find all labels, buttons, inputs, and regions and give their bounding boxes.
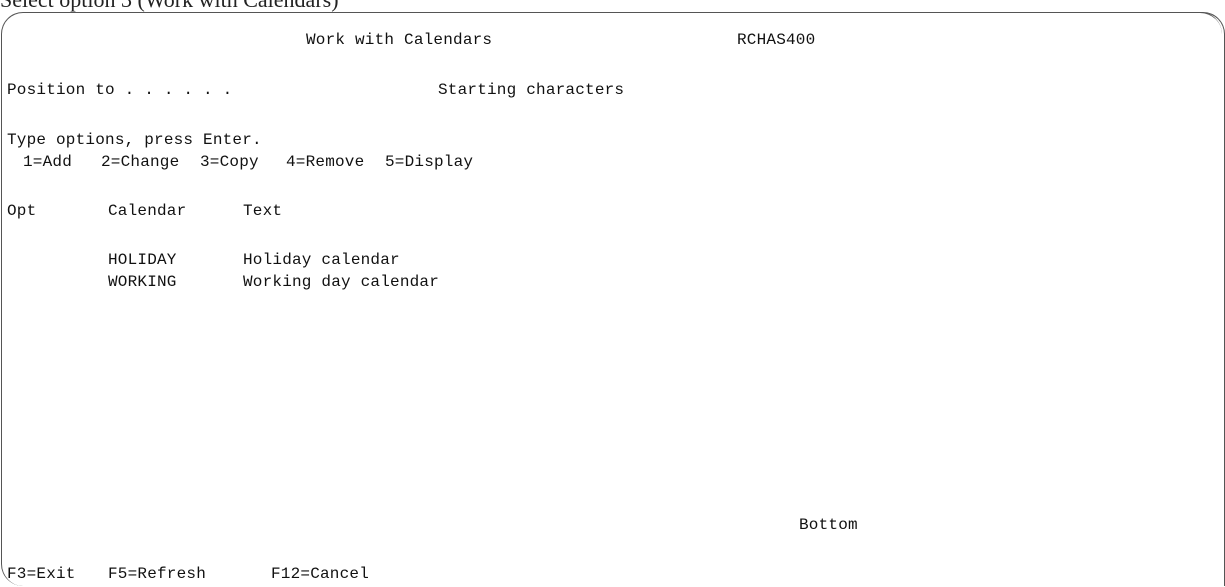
calendar-name: HOLIDAY (108, 251, 177, 269)
option-add: 1=Add (23, 153, 73, 171)
option-change: 2=Change (101, 153, 180, 171)
f5-refresh-key[interactable]: F5=Refresh (108, 564, 206, 584)
calendar-text: Working day calendar (243, 273, 440, 291)
f3-exit-key[interactable]: F3=Exit (7, 564, 76, 584)
screen-title: Work with Calendars (306, 31, 493, 49)
position-to-input[interactable] (300, 80, 420, 100)
option-display: 5=Display (385, 153, 474, 171)
list-status: Bottom (799, 516, 858, 534)
column-header-text: Text (243, 202, 283, 220)
calendar-text: Holiday calendar (243, 251, 400, 269)
calendar-name: WORKING (108, 273, 177, 291)
option-remove: 4=Remove (286, 153, 365, 171)
position-to-label: Position to . . . . . . (7, 81, 233, 99)
opt-input[interactable] (7, 272, 47, 292)
system-name: RCHAS400 (737, 31, 816, 49)
position-to-hint: Starting characters (438, 81, 625, 99)
option-copy: 3=Copy (200, 153, 259, 171)
column-header-calendar: Calendar (108, 202, 187, 220)
terminal-screen-border (1195, 12, 1225, 586)
instructions-text: Type options, press Enter. (7, 131, 262, 149)
column-header-opt: Opt (7, 202, 37, 220)
f12-cancel-key[interactable]: F12=Cancel (271, 564, 369, 584)
opt-input[interactable] (7, 250, 47, 270)
